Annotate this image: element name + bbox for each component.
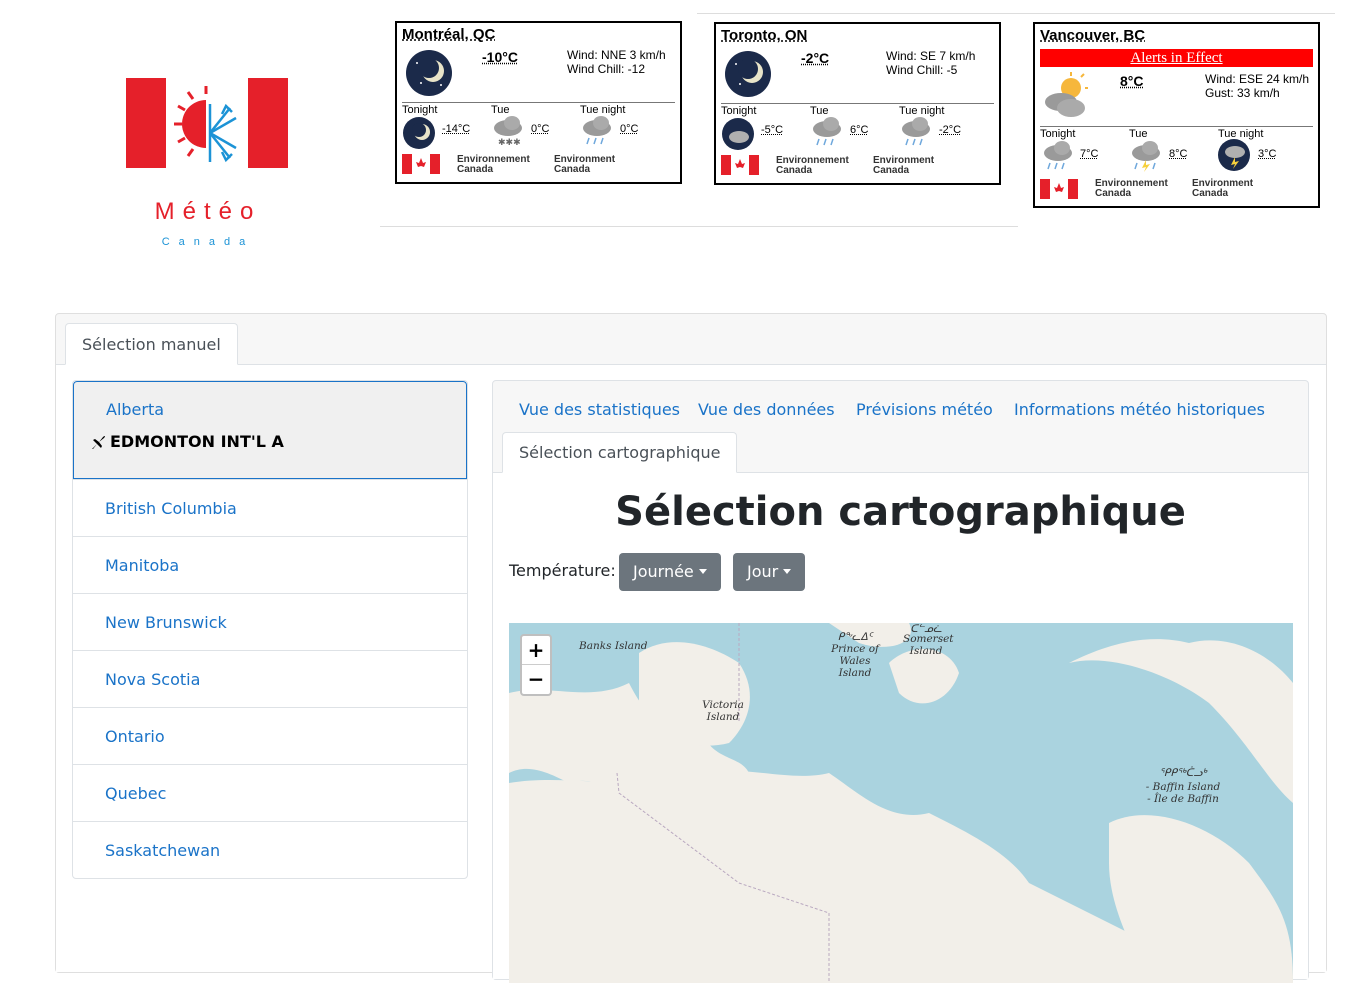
divider: [1040, 126, 1313, 127]
city-name[interactable]: Vancouver, BC: [1040, 27, 1145, 44]
period-temp: 3°C: [1258, 148, 1276, 160]
logo-word: Météo: [118, 198, 298, 226]
period-temp: -5°C: [761, 124, 783, 136]
ec-french-label: Environnement Canada: [1095, 179, 1185, 199]
divider: [721, 103, 994, 104]
dropdown-value: Journée: [633, 562, 694, 581]
alerts-link[interactable]: Alerts in Effect: [1040, 49, 1313, 67]
province-item[interactable]: Quebec: [73, 764, 467, 821]
current-temp: -10°C: [482, 49, 518, 65]
weather-widget-toronto[interactable]: Toronto, ON -2°C Wind: SE 7 km/h Wind Ch…: [714, 22, 1001, 185]
station-item[interactable]: EDMONTON INT'L A: [90, 432, 284, 451]
tab-selection-manuel[interactable]: Sélection manuel: [65, 323, 238, 365]
rain-cloud-icon: [1040, 138, 1076, 172]
divider: [402, 102, 675, 103]
period-temp: -2°C: [939, 124, 961, 136]
canada-flag-icon: [721, 155, 759, 175]
canada-flag-sun-snow-icon: [118, 70, 298, 180]
clear-night-moon-icon: [724, 50, 772, 98]
weather-widget-montreal[interactable]: Montréal, QC -10°C Wind: NNE 3 km/h Wind…: [395, 21, 682, 184]
province-item-alberta[interactable]: Alberta EDMONTON INT'L A: [73, 381, 467, 479]
province-item[interactable]: Ontario: [73, 707, 467, 764]
current-temp: 8°C: [1120, 73, 1144, 89]
province-item[interactable]: British Columbia: [73, 479, 467, 536]
map-section: Sélection cartographique Température: Jo…: [493, 472, 1308, 979]
divider: [697, 13, 1335, 14]
tab-statistiques[interactable]: Vue des statistiques: [503, 390, 696, 430]
wind: Wind: NNE 3 km/h: [567, 48, 666, 62]
period-label: Tonight: [402, 104, 437, 116]
wind: Wind: SE 7 km/h: [886, 49, 975, 63]
period-temp: 0°C: [531, 123, 549, 135]
temperature-label: Température:: [509, 561, 616, 580]
canada-flag-icon: [402, 154, 440, 174]
tab-historiques[interactable]: Informations météo historiques: [998, 390, 1281, 430]
ec-english-label: Environment Canada: [1192, 179, 1272, 199]
period-dropdown[interactable]: Journée: [619, 553, 721, 591]
map-label-baffin: - Baffin Island - Île de Baffin: [1143, 781, 1223, 805]
current-temp: -2°C: [801, 50, 829, 66]
period-temp: -14°C: [442, 123, 470, 135]
cloudy-night-icon: [721, 117, 757, 151]
map-label-baffin-syllabics: ᕿᑭᖅᑖᓗᒃ: [1143, 767, 1223, 779]
ec-french-label: Environnement Canada: [457, 155, 547, 175]
tab-previsions[interactable]: Prévisions météo: [840, 390, 1009, 430]
map-label-banks-island: Banks Island: [579, 640, 647, 652]
zoom-in-button[interactable]: +: [522, 636, 550, 665]
day-dropdown[interactable]: Jour: [733, 553, 805, 591]
city-name[interactable]: Montréal, QC: [402, 26, 495, 43]
period-label: Tonight: [721, 105, 756, 117]
night-thunderstorm-icon: [1217, 138, 1253, 172]
province-item[interactable]: New Brunswick: [73, 593, 467, 650]
canada-flag-icon: [1040, 179, 1078, 199]
rain-cloud-icon: [898, 114, 934, 148]
airplane-icon: [90, 433, 108, 451]
map[interactable]: + − Banks Island ᑭᖕᓚᐃᑦ Prince of Wales I…: [509, 623, 1293, 983]
tab-cartographique[interactable]: Sélection cartographique: [502, 432, 737, 473]
weather-widget-vancouver[interactable]: Vancouver, BC Alerts in Effect 8°C Wind:…: [1033, 22, 1320, 208]
period-temp: 7°C: [1080, 148, 1098, 160]
content-panel: Vue des statistiques Vue des données Pré…: [492, 380, 1309, 980]
logo-subtitle: Canada: [118, 236, 298, 248]
svg-text:✱✱✱: ✱✱✱: [498, 137, 521, 147]
rain-cloud-icon: [809, 114, 845, 148]
clear-night-moon-icon: [405, 49, 453, 97]
ec-french-label: Environnement Canada: [776, 156, 866, 176]
period-temp: 8°C: [1169, 148, 1187, 160]
province-item[interactable]: Saskatchewan: [73, 821, 467, 878]
wind-chill: Wind Chill: -12: [567, 62, 645, 76]
divider: [380, 226, 1018, 227]
period-temp: 0°C: [620, 123, 638, 135]
ec-english-label: Environment Canada: [873, 156, 953, 176]
map-label-prince-syllabics: ᑭᖕᓚᐃᑦ: [831, 631, 879, 643]
clear-night-icon: [402, 116, 438, 150]
dropdown-value: Jour: [747, 562, 778, 581]
wind-chill: Wind Chill: -5: [886, 63, 957, 77]
province-item[interactable]: Manitoba: [73, 536, 467, 593]
meteo-canada-logo[interactable]: Météo Canada: [118, 70, 298, 260]
city-name[interactable]: Toronto, ON: [721, 27, 807, 44]
period-temp: 6°C: [850, 124, 868, 136]
content-tabs: Vue des statistiques Vue des données Pré…: [493, 381, 1308, 473]
ec-english-label: Environment Canada: [554, 155, 634, 175]
partly-cloudy-icon: [1041, 70, 1089, 118]
province-list: Alberta EDMONTON INT'L A British Columbi…: [72, 380, 468, 879]
zoom-out-button[interactable]: −: [522, 665, 550, 694]
zoom-control: + −: [520, 634, 552, 696]
station-name: EDMONTON INT'L A: [110, 432, 284, 451]
province-name[interactable]: Alberta: [106, 400, 164, 419]
rain-cloud-icon: [579, 113, 615, 147]
map-label-victoria: Victoria Island: [699, 699, 747, 723]
thunderstorm-cloud-icon: [1128, 138, 1164, 172]
map-label-somerset: Somerset Island: [903, 633, 949, 657]
snow-cloud-icon: ✱✱✱: [490, 113, 526, 147]
tab-donnees[interactable]: Vue des données: [682, 390, 851, 430]
gust: Gust: 33 km/h: [1205, 86, 1280, 100]
map-label-prince-of-wales: Prince of Wales Island: [831, 643, 879, 679]
province-item[interactable]: Nova Scotia: [73, 650, 467, 707]
page-title: Sélection cartographique: [493, 489, 1308, 535]
wind: Wind: ESE 24 km/h: [1205, 72, 1309, 86]
